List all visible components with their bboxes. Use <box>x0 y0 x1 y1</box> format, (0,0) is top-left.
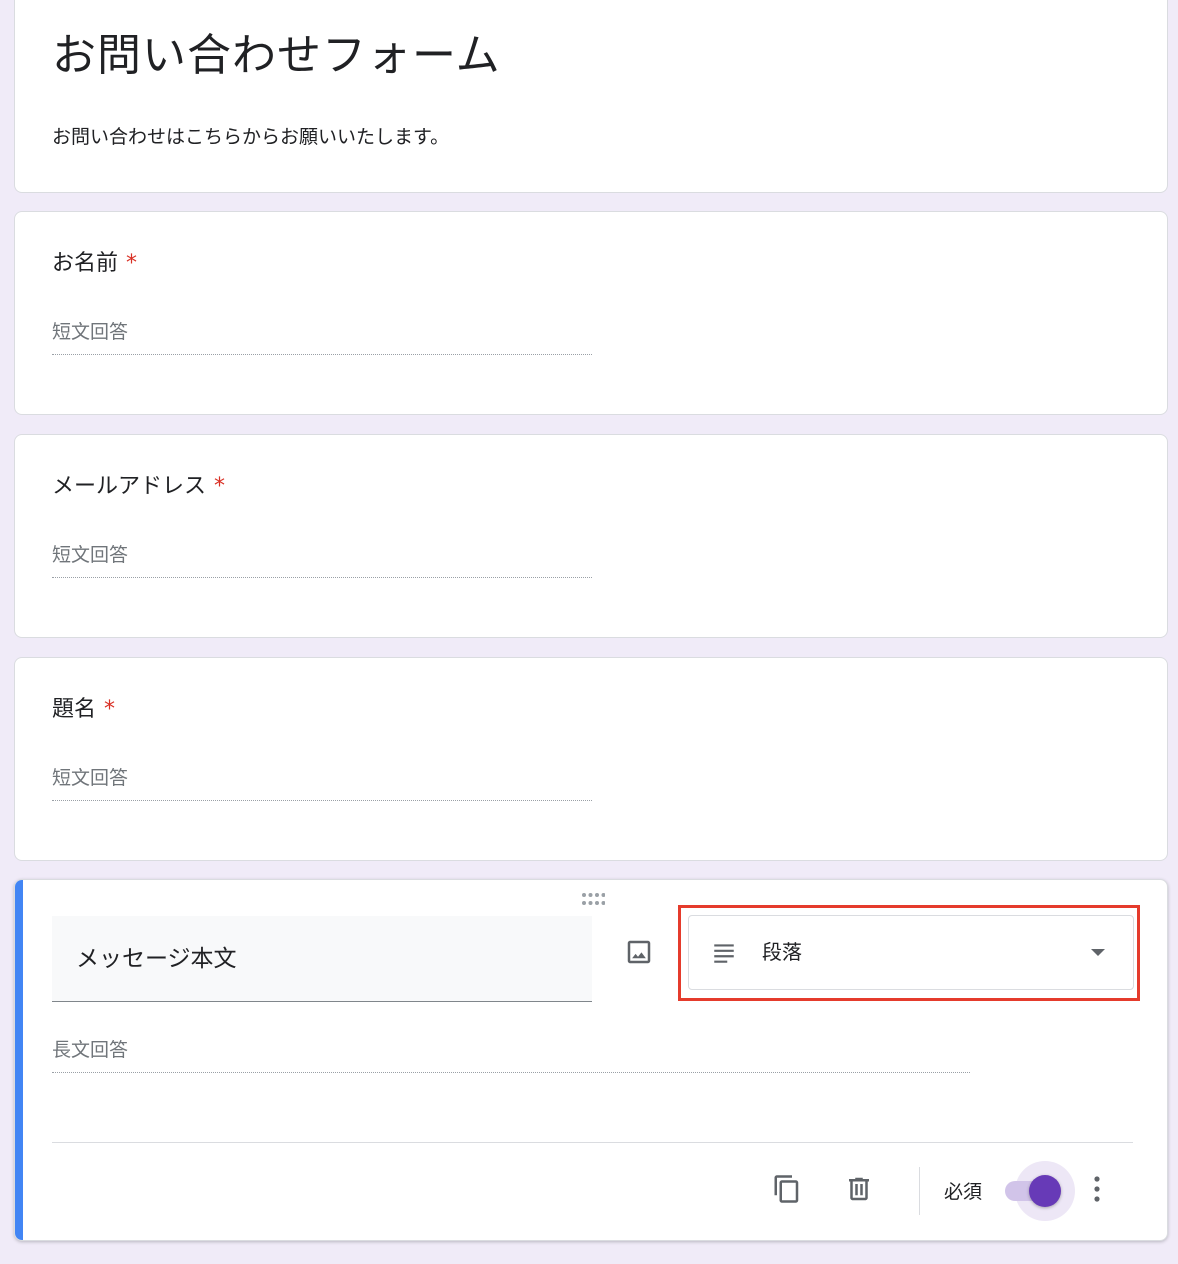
short-answer-placeholder: 短文回答 <box>52 540 592 578</box>
required-toggle[interactable] <box>1005 1161 1075 1221</box>
add-image-button[interactable] <box>621 934 657 970</box>
active-indicator-bar <box>15 880 23 1240</box>
delete-button[interactable] <box>839 1169 879 1209</box>
question-card-name[interactable]: お名前 * 短文回答 <box>14 211 1168 415</box>
copy-icon <box>774 1175 799 1203</box>
question-card-message[interactable]: メッセージ本文 段落 長文回答 必須 <box>14 879 1168 1241</box>
footer-vertical-divider <box>919 1167 920 1215</box>
required-star: * <box>214 474 226 499</box>
drag-handle-icon[interactable] <box>581 892 605 906</box>
question-title: メールアドレス * <box>52 472 225 502</box>
short-answer-placeholder: 短文回答 <box>52 763 592 801</box>
toggle-knob <box>1029 1175 1061 1207</box>
required-star: * <box>126 251 138 276</box>
subject-lines-icon <box>714 944 734 963</box>
chevron-down-icon <box>1091 949 1105 956</box>
short-answer-placeholder: 短文回答 <box>52 317 592 355</box>
form-title[interactable]: お問い合わせフォーム <box>52 28 501 84</box>
question-title: お名前 * <box>52 249 137 279</box>
form-header-card[interactable]: お問い合わせフォーム お問い合わせはこちらからお願いいたします。 <box>14 0 1168 193</box>
form-editor-page: お問い合わせフォーム お問い合わせはこちらからお願いいたします。 お名前 * 短文… <box>0 0 1178 1264</box>
question-title: 題名 * <box>52 695 115 725</box>
form-description[interactable]: お問い合わせはこちらからお願いいたします。 <box>52 124 449 150</box>
footer-divider <box>52 1142 1133 1143</box>
more-options-button[interactable] <box>1085 1169 1109 1209</box>
more-vert-icon <box>1094 1176 1100 1202</box>
required-label: 必須 <box>944 1181 983 1203</box>
question-type-label: 段落 <box>762 940 802 964</box>
question-title-text: 題名 <box>52 697 97 722</box>
duplicate-button[interactable] <box>767 1169 807 1209</box>
question-title-text: お名前 <box>52 251 119 276</box>
image-icon <box>627 940 651 964</box>
question-title-text: メールアドレス <box>52 474 207 499</box>
question-card-email[interactable]: メールアドレス * 短文回答 <box>14 434 1168 638</box>
required-star: * <box>104 697 116 722</box>
question-type-dropdown[interactable]: 段落 <box>688 915 1134 990</box>
trash-icon <box>849 1177 869 1201</box>
long-answer-placeholder: 長文回答 <box>52 1035 970 1073</box>
question-title-input[interactable]: メッセージ本文 <box>52 916 592 1002</box>
question-card-subject[interactable]: 題名 * 短文回答 <box>14 657 1168 861</box>
